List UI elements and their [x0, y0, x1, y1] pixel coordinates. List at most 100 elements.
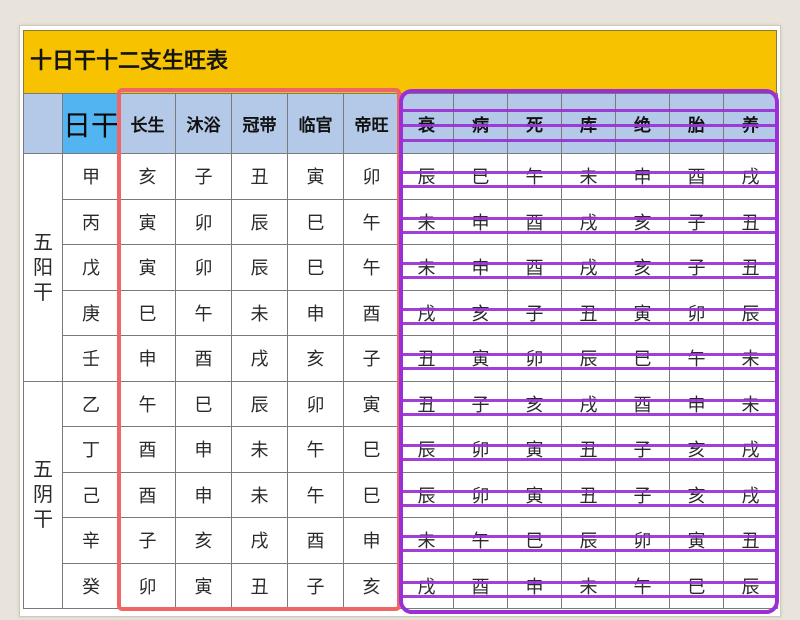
branch-cell: 未 [231, 471, 288, 518]
stem-cell: 戊 [62, 244, 120, 291]
branch-cell: 卯 [343, 153, 400, 200]
branch-cell: 丑 [561, 426, 616, 473]
branch-cell: 酉 [507, 198, 562, 245]
stage-header: 死 [507, 93, 562, 154]
table-row: 五阴干乙午巳辰卯寅丑子亥戌酉申未 [23, 380, 778, 609]
stage-header: 冠带 [231, 93, 288, 154]
branch-cell: 卯 [615, 517, 670, 564]
branch-cell: 戌 [561, 380, 616, 427]
branch-cell: 辰 [723, 562, 778, 609]
stem-cell: 癸 [62, 562, 120, 609]
stem-cell: 己 [62, 471, 120, 518]
branch-cell: 亥 [507, 380, 562, 427]
branch-cell: 戌 [723, 471, 778, 518]
branch-cell: 午 [507, 153, 562, 200]
branch-cell: 丑 [723, 244, 778, 291]
group-label: 五阳干 [33, 229, 53, 304]
branch-cell: 戌 [231, 517, 288, 564]
branch-cell: 午 [287, 471, 344, 518]
table-body: 五阳干甲亥子丑寅卯辰巳午未申酉戌丙寅卯辰巳午未申酉戌亥子丑戊寅卯辰巳午未申酉戌亥… [23, 153, 778, 609]
branch-cell: 巳 [343, 471, 400, 518]
branch-cell: 申 [175, 426, 232, 473]
branch-cell: 未 [399, 198, 454, 245]
branch-cell: 申 [119, 335, 176, 382]
branch-cell: 辰 [231, 380, 288, 427]
branch-cell: 辰 [561, 517, 616, 564]
branch-cell: 寅 [287, 153, 344, 200]
branch-cell: 亥 [615, 198, 670, 245]
branch-cell: 戌 [561, 198, 616, 245]
branch-cell: 寅 [175, 562, 232, 609]
branch-cell: 子 [507, 289, 562, 336]
branch-cell: 巳 [287, 244, 344, 291]
stem-cell: 辛 [62, 517, 120, 564]
branch-cell: 辰 [399, 153, 454, 200]
branch-cell: 丑 [561, 289, 616, 336]
group-label: 五阴干 [33, 457, 53, 532]
branch-cell: 酉 [669, 153, 724, 200]
branch-cell: 卯 [175, 244, 232, 291]
branch-cell: 午 [343, 198, 400, 245]
branch-cell: 丑 [723, 517, 778, 564]
stage-header: 胎 [669, 93, 724, 154]
branch-cell: 戌 [399, 289, 454, 336]
stem-cell: 丁 [62, 426, 120, 473]
branch-cell: 丑 [723, 198, 778, 245]
branch-cell: 亥 [343, 562, 400, 609]
branch-cell: 戌 [723, 153, 778, 200]
branch-cell: 子 [453, 380, 508, 427]
branch-cell: 寅 [453, 335, 508, 382]
branch-cell: 寅 [343, 380, 400, 427]
branch-cell: 未 [231, 426, 288, 473]
branch-cell: 卯 [453, 426, 508, 473]
branch-cell: 申 [343, 517, 400, 564]
branch-cell: 辰 [399, 471, 454, 518]
stem-cell: 丙 [62, 198, 120, 245]
branch-cell: 子 [343, 335, 400, 382]
branch-cell: 亥 [669, 471, 724, 518]
branch-cell: 酉 [119, 471, 176, 518]
branch-cell: 酉 [453, 562, 508, 609]
branch-cell: 戌 [231, 335, 288, 382]
branch-cell: 丑 [399, 335, 454, 382]
branch-cell: 子 [669, 198, 724, 245]
branch-cell: 亥 [175, 517, 232, 564]
group-label-cell: 五阴干 [23, 380, 63, 609]
table-row: 己酉申未午巳辰卯寅丑子亥戌 [24, 471, 778, 518]
branch-cell: 酉 [615, 380, 670, 427]
branch-cell: 未 [561, 153, 616, 200]
branch-cell: 巳 [669, 562, 724, 609]
branch-cell: 子 [615, 426, 670, 473]
stage-header: 沐浴 [175, 93, 232, 154]
branch-cell: 辰 [231, 244, 288, 291]
branch-cell: 卯 [453, 471, 508, 518]
branch-cell: 午 [669, 335, 724, 382]
branch-cell: 午 [343, 244, 400, 291]
branch-cell: 巳 [287, 198, 344, 245]
branch-cell: 辰 [399, 426, 454, 473]
header-row: 日干 长生 沐浴 冠带 临官 帝旺 衰 病 死 库 绝 胎 养 [23, 93, 778, 154]
branch-cell: 丑 [399, 380, 454, 427]
branch-cell: 未 [723, 380, 778, 427]
table-row: 壬申酉戌亥子丑寅卯辰巳午未 [24, 335, 778, 382]
corner-cell [23, 93, 63, 154]
branch-cell: 巳 [507, 517, 562, 564]
branch-cell: 卯 [669, 289, 724, 336]
table-row: 戊寅卯辰巳午未申酉戌亥子丑 [24, 244, 778, 291]
branch-cell: 戌 [561, 244, 616, 291]
branch-cell: 巳 [453, 153, 508, 200]
branch-cell: 酉 [175, 335, 232, 382]
branch-cell: 未 [399, 244, 454, 291]
branch-cell: 未 [723, 335, 778, 382]
stage-header: 病 [453, 93, 508, 154]
branch-cell: 午 [615, 562, 670, 609]
branch-cell: 丑 [561, 471, 616, 518]
branch-cell: 子 [175, 153, 232, 200]
branch-cell: 寅 [507, 426, 562, 473]
branch-cell: 午 [175, 289, 232, 336]
branch-cell: 午 [453, 517, 508, 564]
branch-cell: 申 [175, 471, 232, 518]
branch-cell: 戌 [399, 562, 454, 609]
stem-branch-table: 日干 长生 沐浴 冠带 临官 帝旺 衰 病 死 库 绝 胎 养 五阳干甲亥子丑寅… [23, 93, 778, 609]
branch-cell: 申 [507, 562, 562, 609]
